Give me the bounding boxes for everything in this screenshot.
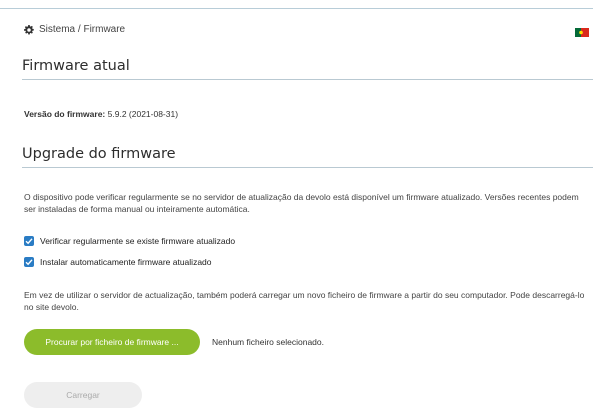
checkbox-checked-icon[interactable] (24, 236, 34, 246)
version-label: Versão do firmware: (24, 109, 106, 119)
upload-button[interactable]: Carregar (24, 382, 142, 408)
auto-check-label: Verificar regularmente se existe firmwar… (40, 236, 236, 246)
breadcrumb: Sistema / Firmware (24, 24, 125, 35)
portugal-flag-icon[interactable] (575, 28, 589, 37)
selected-file-status: Nenhum ficheiro selecionado. (212, 337, 324, 347)
breadcrumb-text: Sistema / Firmware (39, 24, 126, 35)
manual-upload-description: Em vez de utilizar o servidor de actuali… (24, 290, 585, 312)
section-divider (22, 79, 593, 80)
gear-icon (24, 24, 34, 34)
upgrade-heading: Upgrade do firmware (22, 146, 176, 162)
version-value: 5.9.2 (2021-08-31) (107, 109, 179, 119)
auto-install-checkbox[interactable]: Instalar automaticamente firmware atuali… (24, 257, 212, 267)
auto-check-checkbox[interactable]: Verificar regularmente se existe firmwar… (24, 236, 235, 246)
browse-firmware-button[interactable]: Procurar por ficheiro de firmware ... (24, 329, 200, 355)
auto-install-label: Instalar automaticamente firmware atuali… (40, 257, 212, 267)
checkbox-checked-icon[interactable] (24, 257, 34, 267)
upgrade-description: O dispositivo pode verificar regularment… (24, 192, 579, 214)
section-divider (22, 167, 593, 168)
current-firmware-heading: Firmware atual (22, 58, 130, 74)
top-divider (0, 8, 593, 9)
firmware-version: Versão do firmware: 5.9.2 (2021-08-31) (24, 109, 178, 119)
